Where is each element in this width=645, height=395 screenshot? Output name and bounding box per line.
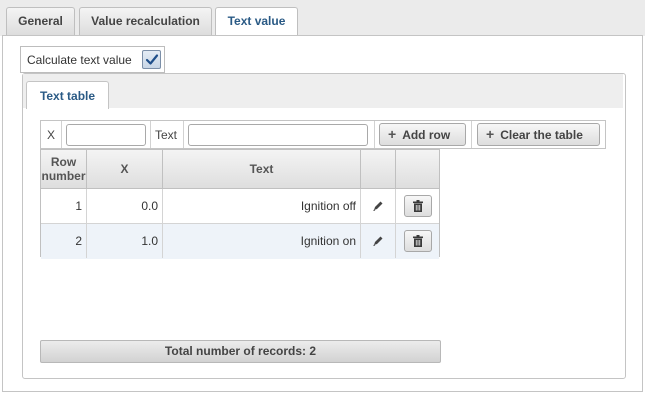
- tab-general[interactable]: General: [6, 7, 75, 36]
- text-field-label: Text: [155, 128, 178, 142]
- column-header-text[interactable]: Text: [163, 150, 361, 189]
- clear-table-label: Clear the table: [500, 128, 583, 142]
- delete-cell: [396, 224, 439, 258]
- calculate-text-value-option: Calculate text value: [20, 46, 165, 73]
- column-header-edit: [361, 150, 396, 189]
- tab-text-value[interactable]: Text value: [215, 7, 298, 37]
- text-input[interactable]: [188, 124, 368, 146]
- calculate-text-value-checkbox[interactable]: [142, 50, 161, 69]
- toolbar-separator: [471, 121, 472, 148]
- x-field-label: X: [47, 128, 56, 142]
- plus-icon: +: [388, 126, 397, 142]
- text-table-grid: Row number X Text 1 0.0 Ignition off 2 1…: [40, 149, 440, 259]
- inner-tab-bar: Text table: [23, 74, 623, 109]
- x-cell: 0.0: [87, 189, 163, 223]
- toolbar-separator: [61, 121, 62, 148]
- table-row[interactable]: 2 1.0 Ignition on: [41, 224, 439, 259]
- table-toolbar: X Text + Add row + Clear the table: [40, 120, 606, 149]
- x-input[interactable]: [66, 124, 146, 146]
- total-records-footer: Total number of records: 2: [40, 340, 441, 363]
- trash-icon: [412, 235, 423, 247]
- toolbar-separator: [374, 121, 375, 148]
- delete-row-button[interactable]: [403, 230, 432, 252]
- row-number-cell: 2: [41, 224, 87, 258]
- pencil-icon[interactable]: [372, 200, 384, 212]
- toolbar-separator: [183, 121, 184, 148]
- text-cell: Ignition off: [163, 189, 361, 223]
- add-row-button[interactable]: + Add row: [379, 123, 466, 146]
- toolbar-separator: [150, 121, 151, 148]
- column-header-x[interactable]: X: [87, 150, 163, 189]
- table-row[interactable]: 1 0.0 Ignition off: [41, 189, 439, 224]
- add-row-label: Add row: [402, 128, 451, 142]
- column-header-row-number[interactable]: Row number: [41, 150, 87, 189]
- top-tab-bar: General Value recalculation Text value: [0, 0, 645, 37]
- calculate-text-value-label: Calculate text value: [27, 53, 132, 67]
- checkmark-icon: [145, 54, 159, 65]
- plus-icon: +: [486, 126, 495, 142]
- row-number-cell: 1: [41, 189, 87, 223]
- text-cell: Ignition on: [163, 224, 361, 258]
- delete-cell: [396, 189, 439, 223]
- x-cell: 1.0: [87, 224, 163, 258]
- column-header-delete: [396, 150, 439, 189]
- tab-value-recalculation[interactable]: Value recalculation: [79, 7, 212, 36]
- clear-table-button[interactable]: + Clear the table: [477, 123, 600, 146]
- pencil-icon[interactable]: [372, 235, 384, 247]
- edit-cell: [361, 189, 396, 223]
- edit-cell: [361, 224, 396, 258]
- delete-row-button[interactable]: [403, 195, 432, 217]
- tab-text-table[interactable]: Text table: [26, 81, 109, 109]
- trash-icon: [412, 200, 423, 212]
